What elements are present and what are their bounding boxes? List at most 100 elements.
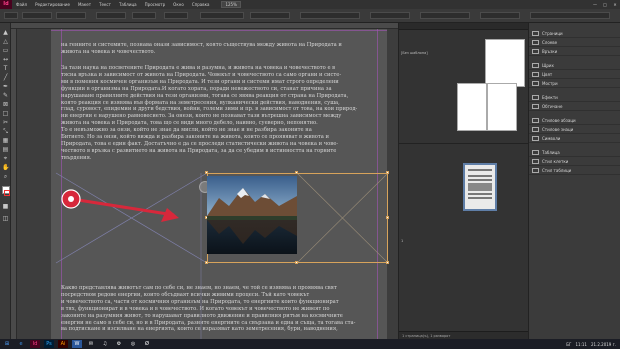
- x-position-field[interactable]: [22, 12, 52, 19]
- opacity-field[interactable]: [370, 12, 410, 19]
- menu-edit[interactable]: Редактирование: [31, 2, 74, 7]
- menu-table[interactable]: Таблица: [115, 2, 141, 7]
- note-tool-icon[interactable]: ▤: [2, 146, 9, 153]
- menu-layout[interactable]: Макет: [74, 2, 95, 7]
- dock-color[interactable]: Цвят: [529, 70, 620, 79]
- dock-label: Слоеве: [542, 39, 558, 45]
- workspace-select[interactable]: [530, 12, 610, 19]
- rotate-field[interactable]: [132, 12, 156, 19]
- dock-stroke[interactable]: Щрих: [529, 61, 620, 70]
- stroke-type-select[interactable]: [300, 12, 360, 19]
- fitting-control[interactable]: [480, 12, 520, 19]
- text-wrap-icon: [532, 103, 539, 109]
- annotation-arrow-icon: [61, 189, 179, 222]
- clock-date[interactable]: 21.2.2019 г.: [589, 342, 618, 347]
- reference-point-control[interactable]: [4, 12, 18, 19]
- taskbar-app-photoshop[interactable]: Ps: [44, 340, 54, 348]
- zoom-tool-icon[interactable]: ⌕: [2, 173, 9, 180]
- dock-table[interactable]: Таблица: [529, 148, 620, 157]
- stroke-weight-field[interactable]: [250, 12, 290, 19]
- taskbar-app-browser[interactable]: ◎: [128, 340, 138, 348]
- pages-panel-tab[interactable]: [399, 23, 529, 30]
- width-field[interactable]: [56, 12, 86, 19]
- dock-label: Стилове абзаци: [542, 117, 576, 123]
- control-panel: [0, 9, 620, 23]
- dock-glyphs[interactable]: Символи: [529, 134, 620, 143]
- fill-stroke-control[interactable]: [200, 12, 244, 19]
- clock-time[interactable]: 11:11: [573, 342, 589, 347]
- dock-label: Символи: [542, 135, 561, 141]
- language-indicator[interactable]: БГ: [564, 342, 573, 347]
- document-canvas[interactable]: на генните и системите, познава онази за…: [11, 23, 398, 339]
- dock-swatches[interactable]: Мостри: [529, 79, 620, 88]
- master-page-thumb[interactable]: [485, 39, 525, 87]
- zoom-level[interactable]: 125%: [221, 1, 241, 8]
- panel-dock: Страници Слоеве Връзки Щрих Цвят Мостри …: [528, 23, 620, 339]
- rectangle-frame-tool-icon[interactable]: ⊠: [2, 101, 9, 108]
- taskbar-app-music[interactable]: ♫: [100, 340, 110, 348]
- dock-label: Таблица: [542, 149, 560, 155]
- menu-type[interactable]: Текст: [95, 2, 115, 7]
- pen-tool-icon[interactable]: ✒: [2, 83, 9, 90]
- minimize-button[interactable]: —: [590, 2, 600, 7]
- windows-taskbar: ⊞ e Id Ps Ai W ✉ ♫ ⚙ ◎ Ø БГ 11:11 21.2.2…: [0, 339, 620, 349]
- menu-bar: Id Файл Редактирование Макет Текст Табли…: [0, 0, 620, 9]
- rectangle-tool-icon[interactable]: □: [2, 110, 9, 117]
- scale-x-field[interactable]: [96, 12, 126, 19]
- dock-label: Стил таблици: [542, 167, 572, 173]
- dock-layers[interactable]: Слоеве: [529, 38, 620, 47]
- line-tool-icon[interactable]: ╱: [2, 74, 9, 81]
- dock-cell-styles[interactable]: Стил клетки: [529, 157, 620, 166]
- start-button[interactable]: ⊞: [2, 340, 12, 348]
- window-controls: — □ ✕: [590, 2, 620, 7]
- character-styles-icon: [532, 126, 539, 132]
- gap-tool-icon[interactable]: ↔: [2, 56, 9, 63]
- tools-panel: ▲ △ ▭ ↔ T ╱ ✒ ✎ ⊠ □ ✂ ⤡ ▦ ▤ ⌖ ✋ ⌕ ■ ◫: [0, 23, 11, 339]
- effects-control[interactable]: [420, 12, 470, 19]
- table-icon: [532, 149, 539, 155]
- menu-help[interactable]: Справка: [188, 2, 214, 7]
- free-transform-tool-icon[interactable]: ⤡: [2, 128, 9, 135]
- taskbar-app-illustrator[interactable]: Ai: [58, 340, 68, 348]
- taskbar-app-indesign[interactable]: Id: [30, 340, 40, 348]
- menu-file[interactable]: Файл: [12, 2, 31, 7]
- taskbar-app-settings[interactable]: ⚙: [114, 340, 124, 348]
- dock-paragraph-styles[interactable]: Стилове абзаци: [529, 116, 620, 125]
- direct-selection-tool-icon[interactable]: △: [2, 38, 9, 45]
- taskbar-app[interactable]: e: [16, 340, 26, 348]
- dock-text-wrap[interactable]: Обтичане: [529, 102, 620, 111]
- shear-field[interactable]: [164, 12, 188, 19]
- dock-label: Стилове знаци: [542, 126, 574, 132]
- page-1-thumb[interactable]: [463, 163, 497, 211]
- taskbar-app-other[interactable]: Ø: [142, 340, 152, 348]
- dock-pages[interactable]: Страници: [529, 29, 620, 38]
- dock-character-styles[interactable]: Стилове знаци: [529, 125, 620, 134]
- selection-tool-icon[interactable]: ▲: [2, 29, 9, 36]
- app-logo: Id: [0, 0, 12, 9]
- swatches-icon: [532, 80, 539, 86]
- dock-links[interactable]: Връзки: [529, 47, 620, 56]
- pencil-tool-icon[interactable]: ✎: [2, 92, 9, 99]
- hand-tool-icon[interactable]: ✋: [2, 164, 9, 171]
- type-tool-icon[interactable]: T: [2, 65, 9, 72]
- dock-label: Щрих: [542, 62, 554, 68]
- view-mode-icon[interactable]: ◫: [2, 215, 9, 222]
- eyedropper-tool-icon[interactable]: ⌖: [2, 155, 9, 162]
- page-tool-icon[interactable]: ▭: [2, 47, 9, 54]
- master-label[interactable]: [Без шаблона]: [401, 51, 428, 55]
- gradient-tool-icon[interactable]: ▦: [2, 137, 9, 144]
- scissors-tool-icon[interactable]: ✂: [2, 119, 9, 126]
- menu-view[interactable]: Просмотр: [141, 2, 170, 7]
- menu-window[interactable]: Окно: [169, 2, 188, 7]
- master-spread-thumb-right[interactable]: [487, 83, 517, 131]
- taskbar-app-mail[interactable]: ✉: [86, 340, 96, 348]
- maximize-button[interactable]: □: [600, 2, 610, 7]
- master-spread-thumb-left[interactable]: [457, 83, 487, 131]
- dock-effects[interactable]: Ефекти: [529, 93, 620, 102]
- dock-table-styles[interactable]: Стил таблици: [529, 166, 620, 175]
- apply-color-icon[interactable]: ■: [2, 203, 9, 210]
- stroke-swatch-icon[interactable]: [4, 190, 10, 196]
- taskbar-app-word[interactable]: W: [72, 340, 82, 348]
- stroke-icon: [532, 62, 539, 68]
- close-button[interactable]: ✕: [610, 2, 620, 7]
